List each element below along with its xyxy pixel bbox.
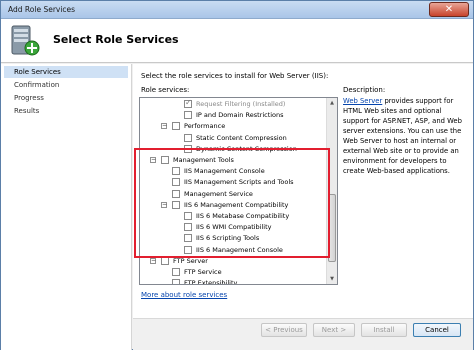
- tree-row-label: Performance: [184, 122, 226, 131]
- row-checkbox[interactable]: [172, 279, 180, 284]
- web-server-link[interactable]: Web Server: [343, 97, 382, 105]
- tree-row[interactable]: FTP Service: [140, 267, 327, 277]
- nav-item-role-services[interactable]: Role Services: [4, 66, 128, 78]
- row-checkbox[interactable]: [184, 111, 192, 120]
- tree-row[interactable]: − Performance: [140, 121, 327, 131]
- page-header: Select Role Services: [1, 19, 473, 63]
- scroll-up-icon[interactable]: ▲: [327, 98, 337, 108]
- dialog-window: Add Role Services ✕ Select Role Services…: [0, 0, 474, 350]
- close-button[interactable]: ✕: [429, 2, 469, 17]
- tree-row-label: Request Filtering (Installed): [196, 100, 286, 108]
- tree-row[interactable]: IP and Domain Restrictions: [140, 110, 327, 120]
- row-checkbox[interactable]: [184, 98, 192, 108]
- next-button[interactable]: Next >: [313, 323, 355, 337]
- role-services-label: Role services:: [141, 86, 190, 94]
- tree-row-label: IP and Domain Restrictions: [196, 111, 284, 120]
- title-bar[interactable]: Add Role Services ✕: [1, 1, 473, 19]
- tree-row[interactable]: FTP Extensibility: [140, 278, 327, 284]
- wizard-steps-nav: Role Services Confirmation Progress Resu…: [1, 64, 132, 350]
- nav-item-progress[interactable]: Progress: [4, 92, 128, 104]
- previous-button[interactable]: < Previous: [261, 323, 307, 337]
- description-panel: Web Server provides support for HTML Web…: [343, 96, 469, 176]
- highlight-annotation-box: [134, 148, 330, 258]
- scroll-down-icon[interactable]: ▼: [327, 274, 337, 284]
- tree-row-label: Static Content Compression: [196, 133, 287, 142]
- tree-row-label: FTP Service: [184, 268, 222, 276]
- tree-row[interactable]: Request Filtering (Installed): [140, 98, 327, 109]
- description-label: Description:: [343, 86, 386, 94]
- tree-row-label: FTP Extensibility: [184, 279, 238, 284]
- install-button[interactable]: Install: [361, 323, 407, 337]
- nav-item-confirmation[interactable]: Confirmation: [4, 79, 128, 91]
- row-checkbox[interactable]: [172, 268, 180, 276]
- window-title: Add Role Services: [8, 5, 76, 14]
- cancel-button[interactable]: Cancel: [413, 323, 461, 337]
- collapse-expander-icon[interactable]: −: [161, 123, 167, 130]
- tree-row[interactable]: Static Content Compression: [140, 133, 327, 143]
- server-add-icon: [11, 25, 40, 56]
- description-text: provides support for HTML Web sites and …: [343, 97, 462, 175]
- intro-text: Select the role services to install for …: [141, 72, 329, 80]
- row-checkbox[interactable]: [172, 122, 180, 131]
- page-title: Select Role Services: [53, 33, 179, 46]
- collapse-expander-icon[interactable]: −: [150, 257, 156, 264]
- nav-item-results[interactable]: Results: [4, 105, 128, 117]
- more-about-role-services-link[interactable]: More about role services: [141, 291, 227, 299]
- button-bar: < Previous Next > Install Cancel: [133, 318, 473, 350]
- row-checkbox[interactable]: [184, 133, 192, 142]
